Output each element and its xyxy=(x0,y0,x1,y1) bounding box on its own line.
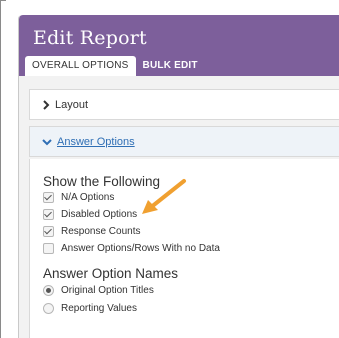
checkbox-box[interactable] xyxy=(43,209,54,220)
reporting-values-radio[interactable]: Reporting Values xyxy=(43,303,137,314)
tab-bar: OVERALL OPTIONS BULK EDIT xyxy=(25,56,205,76)
na-options-checkbox[interactable]: N/A Options xyxy=(43,192,114,203)
checkbox-label: Response Counts xyxy=(61,226,141,237)
section-layout[interactable]: Layout xyxy=(29,89,339,120)
section-answer-options-label: Answer Options xyxy=(57,135,135,148)
chevron-down-icon xyxy=(42,138,52,146)
page-edge xyxy=(0,0,7,338)
checkbox-label: Answer Options/Rows With no Data xyxy=(61,243,220,254)
radio-label: Original Option Titles xyxy=(61,285,154,296)
edit-report-panel: Edit Report OVERALL OPTIONS BULK EDIT La… xyxy=(18,15,339,338)
section-answer-options[interactable]: Answer Options xyxy=(29,126,339,157)
arrow-pointer-icon xyxy=(142,179,186,214)
checkbox-box[interactable] xyxy=(43,192,54,203)
section-layout-label: Layout xyxy=(55,98,89,111)
answer-option-names-title: Answer Option Names xyxy=(43,266,179,281)
checkbox-box[interactable] xyxy=(43,243,54,254)
panel-header: Edit Report OVERALL OPTIONS BULK EDIT xyxy=(19,15,339,76)
tab-bulk-edit[interactable]: BULK EDIT xyxy=(136,56,205,76)
radio-circle[interactable] xyxy=(43,285,54,296)
original-option-titles-radio[interactable]: Original Option Titles xyxy=(43,285,154,296)
no-data-rows-checkbox[interactable]: Answer Options/Rows With no Data xyxy=(43,243,220,254)
checkbox-label: N/A Options xyxy=(61,192,115,203)
checkbox-box[interactable] xyxy=(43,226,54,237)
tab-overall-options[interactable]: OVERALL OPTIONS xyxy=(25,56,136,76)
panel-title: Edit Report xyxy=(33,27,147,49)
response-counts-checkbox[interactable]: Response Counts xyxy=(43,226,141,237)
radio-circle[interactable] xyxy=(43,303,54,314)
disabled-options-checkbox[interactable]: Disabled Options xyxy=(43,209,137,220)
checkbox-label: Disabled Options xyxy=(61,209,138,220)
chevron-right-icon xyxy=(42,99,50,110)
radio-label: Reporting Values xyxy=(61,303,137,314)
